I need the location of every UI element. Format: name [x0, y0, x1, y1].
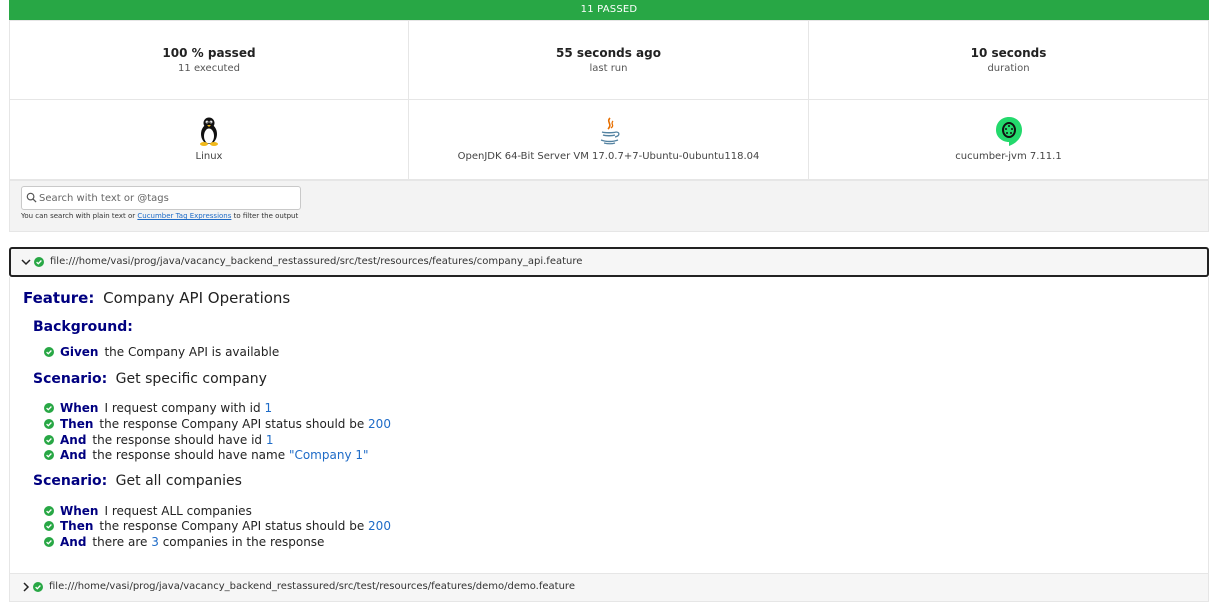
- env-runner: cucumber-jvm 7.11.1: [808, 99, 1209, 180]
- passed-icon: [44, 435, 54, 445]
- feature-keyword: Feature:: [23, 289, 95, 307]
- scenario-title: Scenario: Get all companies: [33, 473, 242, 489]
- step-text: I request ALL companies: [104, 504, 252, 518]
- summary-grid: 100 % passed 11 executed 55 seconds ago …: [9, 20, 1209, 180]
- last-run-time: 55 seconds ago: [556, 46, 661, 60]
- java-icon: [593, 115, 625, 147]
- linux-icon: [193, 115, 225, 147]
- step-row: And there are 3 companies in the response: [44, 534, 324, 550]
- step-row: Then the response Company API status shou…: [44, 518, 391, 534]
- passed-icon: [44, 506, 54, 516]
- step-text: I request company with id: [104, 401, 261, 415]
- summary-last-run: 55 seconds ago last run: [408, 20, 809, 100]
- step-text: the response Company API status should b…: [99, 519, 365, 533]
- background-title: Background:: [33, 319, 133, 335]
- feature-path: file:///home/vasi/prog/java/vacancy_back…: [49, 581, 575, 592]
- step-row: When I request company with id 1: [44, 400, 272, 416]
- step-row: And the response should have id 1: [44, 432, 274, 448]
- scenario-keyword: Scenario:: [33, 473, 108, 489]
- step-keyword: And: [60, 448, 87, 462]
- passed-percent: 100 % passed: [162, 46, 256, 60]
- jvm-name: OpenJDK 64-Bit Server VM 17.0.7+7-Ubuntu…: [457, 151, 760, 162]
- passed-icon: [44, 450, 54, 460]
- passed-icon: [33, 582, 43, 592]
- step-argument: 3: [151, 535, 159, 549]
- step-row: When I request ALL companies: [44, 503, 252, 519]
- step-text: the response should have id: [92, 433, 263, 447]
- passed-icon: [44, 403, 54, 413]
- step-text: the response Company API status should b…: [99, 417, 365, 431]
- passed-icon: [34, 257, 44, 267]
- step-argument: 200: [368, 519, 391, 533]
- step-argument: 1: [265, 433, 274, 447]
- step-row: And the response should have name "Compan…: [44, 447, 369, 463]
- step-keyword: And: [60, 535, 87, 549]
- step-keyword: Then: [60, 417, 94, 431]
- duration-value: 10 seconds: [970, 46, 1047, 60]
- scenario-name: Get specific company: [115, 371, 267, 387]
- step-argument: 1: [264, 401, 273, 415]
- passed-icon: [44, 537, 54, 547]
- feature-body-company-api: Feature: Company API Operations Backgrou…: [9, 277, 1209, 574]
- background-keyword: Background:: [33, 319, 133, 335]
- search-help-prefix: You can search with plain text or: [21, 212, 136, 220]
- step-argument: 200: [368, 417, 391, 431]
- search-help: You can search with plain text or Cucumb…: [21, 212, 298, 220]
- scenario-keyword: Scenario:: [33, 371, 108, 387]
- summary-passed: 100 % passed 11 executed: [9, 20, 409, 100]
- tag-expressions-link[interactable]: Cucumber Tag Expressions: [137, 212, 231, 220]
- executed-count: 11 executed: [178, 63, 240, 74]
- step-row: Given the Company API is available: [44, 344, 279, 360]
- summary-duration: 10 seconds duration: [808, 20, 1209, 100]
- step-keyword: Given: [60, 345, 99, 359]
- feature-header-company-api[interactable]: file:///home/vasi/prog/java/vacancy_back…: [9, 247, 1209, 277]
- chevron-right-icon[interactable]: [20, 581, 32, 593]
- chevron-down-icon[interactable]: [20, 256, 32, 268]
- passed-icon: [44, 419, 54, 429]
- search-bar: Search with text or @tags You can search…: [9, 180, 1209, 232]
- step-text: the response should have name: [92, 448, 286, 462]
- search-input[interactable]: Search with text or @tags: [21, 186, 301, 210]
- step-keyword: When: [60, 504, 99, 518]
- env-jvm: OpenJDK 64-Bit Server VM 17.0.7+7-Ubuntu…: [408, 99, 809, 180]
- passed-icon: [44, 347, 54, 357]
- search-placeholder: Search with text or @tags: [39, 193, 169, 204]
- step-text: the Company API is available: [104, 345, 280, 359]
- step-keyword: Then: [60, 519, 94, 533]
- step-text: there are: [92, 535, 148, 549]
- passed-icon: [44, 521, 54, 531]
- search-icon: [26, 192, 37, 203]
- duration-label: duration: [987, 63, 1030, 74]
- step-keyword: When: [60, 401, 99, 415]
- feature-header-demo[interactable]: file:///home/vasi/prog/java/vacancy_back…: [9, 573, 1209, 602]
- step-row: Then the response Company API status shou…: [44, 416, 391, 432]
- feature-name: Company API Operations: [103, 289, 291, 307]
- last-run-label: last run: [589, 63, 628, 74]
- scenario-title: Scenario: Get specific company: [33, 371, 267, 387]
- passed-banner: 11 PASSED: [9, 0, 1209, 20]
- step-keyword: And: [60, 433, 87, 447]
- env-os: Linux: [9, 99, 409, 180]
- runner-name: cucumber-jvm 7.11.1: [955, 151, 1062, 162]
- step-argument: "Company 1": [288, 448, 369, 462]
- scenario-name: Get all companies: [115, 473, 242, 489]
- feature-path: file:///home/vasi/prog/java/vacancy_back…: [50, 256, 583, 267]
- os-name: Linux: [195, 151, 223, 162]
- feature-title: Feature: Company API Operations: [23, 289, 290, 307]
- search-help-suffix: to filter the output: [233, 212, 299, 220]
- step-text-after: companies in the response: [162, 535, 325, 549]
- cucumber-icon: [993, 115, 1025, 147]
